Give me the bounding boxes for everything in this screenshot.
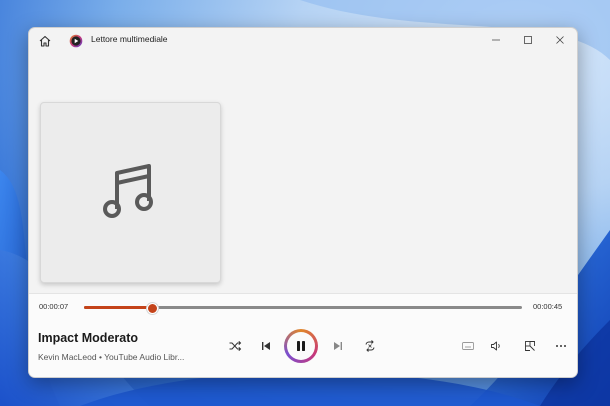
album-art (40, 102, 221, 283)
seek-bar[interactable] (84, 303, 522, 314)
volume-button[interactable] (485, 335, 507, 357)
home-icon[interactable] (38, 33, 52, 47)
title-bar: Lettore multimediale (29, 28, 577, 52)
track-title: Impact Moderato (38, 331, 139, 345)
more-icon (556, 345, 566, 347)
repeat-button[interactable] (359, 335, 381, 357)
cast-icon (525, 341, 535, 351)
next-button[interactable] (327, 335, 349, 357)
music-note-icon (102, 163, 153, 218)
seek-bar-thumb[interactable] (146, 303, 158, 314)
next-icon (334, 342, 342, 350)
track-artist: Kevin MacLeod • YouTube Audio Libr... (38, 352, 185, 362)
shuffle-button[interactable] (224, 335, 246, 357)
maximize-icon (524, 36, 532, 44)
media-player-window: Lettore multimediale 00:00:07 00:00:45 I… (28, 27, 578, 378)
close-button[interactable] (545, 28, 575, 52)
window-title: Lettore multimediale (91, 34, 168, 44)
minimize-button[interactable] (481, 28, 511, 52)
miniplayer-icon (462, 342, 474, 350)
seek-bar-progress (84, 306, 152, 309)
minimize-icon (492, 39, 500, 41)
play-pause-button[interactable] (284, 329, 318, 363)
miniplayer-button[interactable] (457, 335, 479, 357)
pause-icon (297, 341, 305, 351)
previous-button[interactable] (255, 335, 277, 357)
volume-icon (491, 341, 500, 351)
close-icon (556, 36, 564, 44)
more-options-button[interactable] (550, 335, 572, 357)
media-player-icon (69, 33, 83, 48)
previous-icon (262, 342, 270, 350)
cast-button[interactable] (519, 335, 541, 357)
total-time: 00:00:45 (533, 302, 563, 311)
elapsed-time: 00:00:07 (39, 302, 69, 311)
playback-controls: 00:00:07 00:00:45 Impact Moderato Kevin … (29, 293, 577, 377)
shuffle-icon (229, 340, 242, 352)
maximize-button[interactable] (513, 28, 543, 52)
repeat-icon (365, 340, 375, 352)
